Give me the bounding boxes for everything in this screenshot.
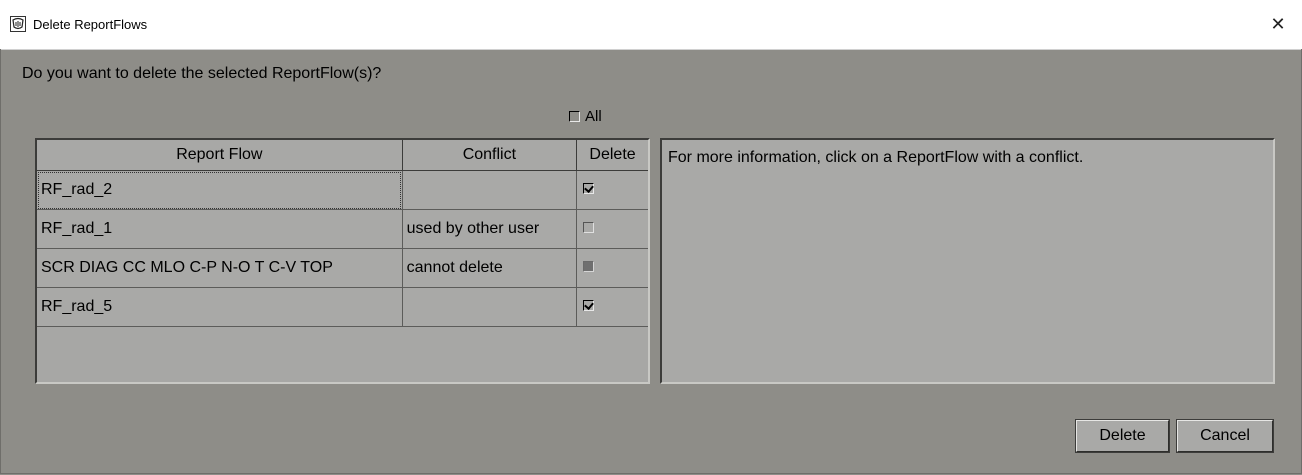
delete-cell[interactable]: [576, 209, 648, 249]
column-header-report-flow[interactable]: Report Flow: [37, 140, 403, 171]
report-flow-name[interactable]: RF_rad_2: [37, 170, 403, 210]
delete-cell: [576, 248, 648, 288]
cancel-button[interactable]: Cancel: [1176, 419, 1274, 453]
report-flow-name[interactable]: SCR DIAG CC MLO C-P N-O T C-V TOP: [37, 248, 403, 288]
delete-checkbox-disabled: [583, 261, 595, 272]
table-row[interactable]: RF_rad_2: [37, 170, 648, 210]
reportflow-table-panel: Report Flow Conflict Delete RF_rad_2 RF_…: [35, 138, 650, 384]
all-checkbox-group[interactable]: All: [569, 108, 602, 125]
table-row[interactable]: SCR DIAG CC MLO C-P N-O T C-V TOP cannot…: [37, 248, 648, 288]
title-bar: Delete ReportFlows ✕: [0, 0, 1302, 50]
table-row[interactable]: RF_rad_5: [37, 287, 648, 327]
window-title: Delete ReportFlows: [33, 17, 148, 32]
report-flow-name[interactable]: RF_rad_1: [37, 209, 403, 249]
delete-cell[interactable]: [576, 170, 648, 210]
app-icon: [10, 16, 26, 32]
all-label: All: [585, 108, 602, 125]
close-button[interactable]: ✕: [1254, 0, 1302, 49]
delete-cell[interactable]: [576, 287, 648, 327]
info-text: For more information, click on a ReportF…: [668, 149, 1084, 166]
conflict-cell[interactable]: used by other user: [402, 209, 578, 249]
close-icon: ✕: [1270, 14, 1286, 34]
delete-checkbox[interactable]: [583, 300, 595, 311]
dialog-body: Do you want to delete the selected Repor…: [0, 49, 1302, 474]
column-header-delete[interactable]: Delete: [576, 140, 648, 171]
conflict-cell[interactable]: [402, 287, 578, 327]
all-checkbox[interactable]: [569, 111, 580, 122]
question-text: Do you want to delete the selected Repor…: [22, 65, 382, 82]
delete-checkbox[interactable]: [583, 222, 595, 233]
conflict-cell[interactable]: [402, 170, 578, 210]
delete-button[interactable]: Delete: [1075, 419, 1170, 453]
delete-checkbox[interactable]: [583, 183, 595, 194]
reportflow-table: Report Flow Conflict Delete RF_rad_2 RF_…: [37, 140, 648, 327]
table-row[interactable]: RF_rad_1 used by other user: [37, 209, 648, 249]
conflict-info-panel: For more information, click on a ReportF…: [660, 138, 1275, 384]
column-header-conflict[interactable]: Conflict: [402, 140, 578, 171]
conflict-cell[interactable]: cannot delete: [402, 248, 578, 288]
report-flow-name[interactable]: RF_rad_5: [37, 287, 403, 327]
